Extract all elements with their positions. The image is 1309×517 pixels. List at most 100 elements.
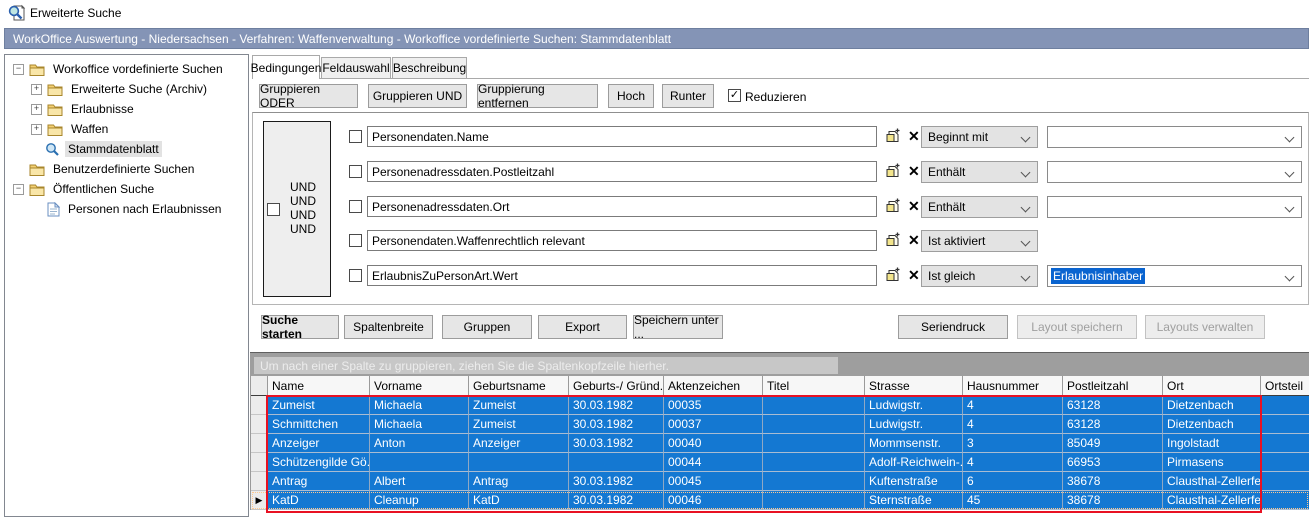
suche-starten-button[interactable]: Suche starten <box>261 315 339 339</box>
operator-dropdown[interactable]: Beginnt mit <box>921 126 1038 148</box>
export-button[interactable]: Export <box>538 315 627 339</box>
row-selector-current[interactable]: ▶ <box>251 491 268 510</box>
table-row[interactable]: Schmittchen Michaela Zumeist 30.03.1982 … <box>251 415 1309 434</box>
condition-checkbox[interactable] <box>349 165 362 178</box>
column-header-hausnummer[interactable]: Hausnummer <box>963 376 1063 396</box>
condition-checkbox[interactable] <box>349 269 362 282</box>
chevron-down-icon <box>1021 203 1031 213</box>
cell-name: KatD <box>268 491 370 510</box>
condition-checkbox[interactable] <box>349 130 362 143</box>
cell-strasse: Ludwigstr. <box>865 415 963 434</box>
operator-dropdown[interactable]: Enthält <box>921 161 1038 183</box>
cell-hausnummer: 4 <box>963 453 1063 472</box>
tree-item-benutzerdefinierte-suchen[interactable]: Benutzerdefinierte Suchen <box>5 159 248 179</box>
cell-name: Antrag <box>268 472 370 491</box>
hoch-button[interactable]: Hoch <box>608 84 654 108</box>
value-dropdown[interactable] <box>1047 126 1302 148</box>
column-header-geburtsname[interactable]: Geburtsname <box>469 376 569 396</box>
condition-field-input[interactable] <box>367 230 877 251</box>
folder-icon <box>47 103 63 116</box>
column-header-vorname[interactable]: Vorname <box>370 376 469 396</box>
column-header-name[interactable]: Name <box>268 376 370 396</box>
column-header-geburtsdatum[interactable]: Geburts-/ Gründ... <box>569 376 664 396</box>
expand-expander-icon[interactable]: + <box>31 84 42 95</box>
row-selector[interactable] <box>251 396 268 415</box>
column-header-strasse[interactable]: Strasse <box>865 376 963 396</box>
gruppierung-entfernen-button[interactable]: Gruppierung entfernen <box>477 84 598 108</box>
cell-ortsteil <box>1261 434 1309 453</box>
gruppieren-oder-button[interactable]: Gruppieren ODER <box>259 84 358 108</box>
condition-field-input[interactable] <box>367 161 877 182</box>
collapse-expander-icon[interactable]: − <box>13 64 24 75</box>
column-header-aktenzeichen[interactable]: Aktenzeichen <box>664 376 763 396</box>
expand-expander-icon[interactable]: + <box>31 124 42 135</box>
reduzieren-checkbox[interactable]: ✓ <box>728 89 741 102</box>
window-title: Erweiterte Suche <box>30 6 121 20</box>
column-header-titel[interactable]: Titel <box>763 376 865 396</box>
table-row[interactable]: Anzeiger Anton Anzeiger 30.03.1982 00040… <box>251 434 1309 453</box>
operator-dropdown[interactable]: Ist aktiviert <box>921 230 1038 252</box>
tree-item-waffen[interactable]: + Waffen <box>5 119 248 139</box>
expand-expander-icon[interactable]: + <box>31 104 42 115</box>
cell-vorname: Anton <box>370 434 469 453</box>
search-tree-panel: − Workoffice vordefinierte Suchen + Erwe… <box>4 54 249 517</box>
tree-item-workoffice-vordefinierte-suchen[interactable]: − Workoffice vordefinierte Suchen <box>5 59 248 79</box>
group-by-bar[interactable]: Um nach einer Spalte zu gruppieren, zieh… <box>250 352 1309 376</box>
tree-item-label: Erlaubnisse <box>68 101 137 117</box>
value-dropdown[interactable] <box>1047 161 1302 183</box>
tree-item-oeffentlichen-suche[interactable]: − Öffentlichen Suche <box>5 179 248 199</box>
delete-condition-icon[interactable]: ✕ <box>908 163 920 180</box>
tree-item-personen-nach-erlaubnissen[interactable]: Personen nach Erlaubnissen <box>5 199 248 219</box>
add-field-icon[interactable] <box>885 232 902 251</box>
tab-label: Beschreibung <box>393 61 466 75</box>
folder-icon <box>47 123 63 136</box>
value-dropdown[interactable] <box>1047 196 1302 218</box>
row-selector[interactable] <box>251 415 268 434</box>
collapse-expander-icon[interactable]: − <box>13 184 24 195</box>
gruppieren-und-button[interactable]: Gruppieren UND <box>368 84 467 108</box>
tree-item-erlaubnisse[interactable]: + Erlaubnisse <box>5 99 248 119</box>
table-row[interactable]: Zumeist Michaela Zumeist 30.03.1982 0003… <box>251 396 1309 415</box>
table-row-focused[interactable]: ▶ KatD Cleanup KatD 30.03.1982 00046 Ste… <box>251 491 1309 510</box>
add-field-icon[interactable] <box>885 267 902 286</box>
current-row-marker-icon: ▶ <box>256 495 263 506</box>
tab-beschreibung[interactable]: Beschreibung <box>392 57 467 78</box>
condition-checkbox[interactable] <box>349 200 362 213</box>
column-header-ort[interactable]: Ort <box>1163 376 1261 396</box>
condition-field-input[interactable] <box>367 265 877 286</box>
delete-condition-icon[interactable]: ✕ <box>908 232 920 249</box>
folder-icon <box>29 183 45 196</box>
row-selector[interactable] <box>251 472 268 491</box>
table-row[interactable]: Schützengilde Gö... 00044 Adolf-Reichwei… <box>251 453 1309 472</box>
condition-field-input[interactable] <box>367 126 877 147</box>
delete-condition-icon[interactable]: ✕ <box>908 267 920 284</box>
row-selector[interactable] <box>251 434 268 453</box>
table-row[interactable]: Antrag Albert Antrag 30.03.1982 00045 Ku… <box>251 472 1309 491</box>
tree-item-erweiterte-suche-archiv[interactable]: + Erweiterte Suche (Archiv) <box>5 79 248 99</box>
speichern-unter-button[interactable]: Speichern unter ... <box>633 315 723 339</box>
operator-dropdown[interactable]: Ist gleich <box>921 265 1038 287</box>
cell-geburtsname: Zumeist <box>469 415 569 434</box>
tab-feldauswahl[interactable]: Feldauswahl <box>321 57 391 78</box>
tree-item-stammdatenblatt[interactable]: Stammdatenblatt <box>5 139 248 159</box>
seriendruck-button[interactable]: Seriendruck <box>898 315 1008 339</box>
row-selector[interactable] <box>251 453 268 472</box>
runter-button[interactable]: Runter <box>662 84 714 108</box>
chevron-down-icon <box>1021 237 1031 247</box>
condition-checkbox[interactable] <box>349 234 362 247</box>
column-header-postleitzahl[interactable]: Postleitzahl <box>1063 376 1163 396</box>
delete-condition-icon[interactable]: ✕ <box>908 198 920 215</box>
spaltenbreite-button[interactable]: Spaltenbreite <box>344 315 433 339</box>
operator-dropdown[interactable]: Enthält <box>921 196 1038 218</box>
gruppen-button[interactable]: Gruppen <box>442 315 532 339</box>
add-field-icon[interactable] <box>885 198 902 217</box>
condition-field-input[interactable] <box>367 196 877 217</box>
tree-item-label: Workoffice vordefinierte Suchen <box>50 61 226 77</box>
column-header-ortsteil[interactable]: Ortsteil <box>1261 376 1309 396</box>
add-field-icon[interactable] <box>885 128 902 147</box>
cell-geburtsname: Zumeist <box>469 396 569 415</box>
value-dropdown[interactable]: Erlaubnisinhaber <box>1047 265 1302 287</box>
tab-bedingungen[interactable]: Bedingungen <box>252 55 320 79</box>
add-field-icon[interactable] <box>885 163 902 182</box>
delete-condition-icon[interactable]: ✕ <box>908 128 920 145</box>
